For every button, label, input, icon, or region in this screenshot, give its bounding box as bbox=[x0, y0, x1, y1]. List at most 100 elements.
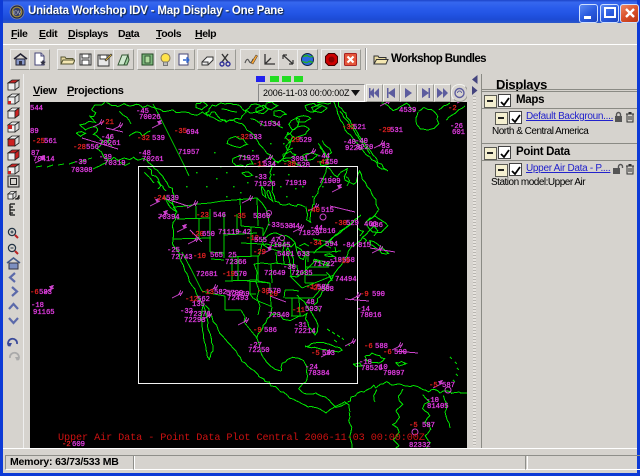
svg-text:70261: 70261 bbox=[99, 140, 121, 148]
svg-text:-19: -19 bbox=[222, 271, 235, 279]
svg-text:590: 590 bbox=[394, 349, 407, 357]
svg-text:70308: 70308 bbox=[71, 167, 93, 175]
svg-text:590: 590 bbox=[372, 291, 385, 299]
svg-text:586: 586 bbox=[317, 284, 330, 292]
svg-text:555: 555 bbox=[254, 237, 267, 245]
svg-text:72681: 72681 bbox=[196, 271, 218, 279]
svg-text:-19: -19 bbox=[337, 258, 350, 266]
svg-text:460: 460 bbox=[380, 149, 393, 157]
svg-text:529: 529 bbox=[299, 137, 312, 145]
svg-text:-35: -35 bbox=[174, 128, 187, 136]
svg-text:570: 570 bbox=[234, 271, 247, 279]
svg-text:-30: -30 bbox=[334, 220, 347, 228]
svg-text:539: 539 bbox=[152, 135, 165, 143]
svg-text:70319: 70319 bbox=[104, 160, 126, 168]
svg-text:633: 633 bbox=[297, 251, 310, 259]
svg-text:582: 582 bbox=[214, 289, 227, 297]
svg-text:570: 570 bbox=[268, 288, 281, 296]
svg-text:-21: -21 bbox=[101, 119, 114, 127]
svg-text:450: 450 bbox=[325, 159, 338, 167]
svg-text:71119: 71119 bbox=[218, 229, 240, 237]
svg-text:70026: 70026 bbox=[139, 114, 161, 122]
svg-text:586: 586 bbox=[264, 327, 277, 335]
svg-text:71722: 71722 bbox=[313, 261, 335, 269]
svg-text:72250: 72250 bbox=[248, 347, 270, 355]
svg-text:587: 587 bbox=[422, 422, 435, 430]
svg-text:-28: -28 bbox=[73, 144, 86, 152]
svg-text:531: 531 bbox=[390, 127, 403, 135]
svg-text:539: 539 bbox=[166, 195, 179, 203]
svg-text:-24: -24 bbox=[153, 195, 166, 203]
svg-text:70414: 70414 bbox=[33, 156, 55, 164]
svg-text:-30: -30 bbox=[283, 264, 296, 272]
svg-text:521: 521 bbox=[353, 124, 366, 132]
svg-text:47: 47 bbox=[271, 237, 280, 245]
svg-text:-32: -32 bbox=[137, 135, 150, 143]
svg-text:486: 486 bbox=[370, 222, 383, 230]
svg-text:72293: 72293 bbox=[184, 317, 206, 325]
svg-text:79897: 79897 bbox=[383, 370, 405, 378]
svg-text:-9: -9 bbox=[253, 327, 262, 335]
svg-text:-29: -29 bbox=[378, 127, 391, 135]
svg-text:48: 48 bbox=[306, 299, 315, 307]
svg-text:-29: -29 bbox=[287, 137, 300, 145]
svg-text:587: 587 bbox=[442, 382, 455, 390]
svg-text:-6: -6 bbox=[364, 343, 373, 351]
svg-text:-34: -34 bbox=[309, 240, 322, 248]
svg-text:-11: -11 bbox=[292, 307, 305, 315]
svg-text:-39: -39 bbox=[74, 159, 87, 167]
svg-text:556: 556 bbox=[86, 144, 99, 152]
svg-text:-10: -10 bbox=[193, 253, 206, 261]
svg-text:71926: 71926 bbox=[254, 181, 276, 189]
svg-text:533: 533 bbox=[249, 134, 262, 142]
svg-text:601: 601 bbox=[452, 129, 465, 137]
svg-text:-2: -2 bbox=[448, 105, 457, 113]
svg-text:565: 565 bbox=[210, 252, 223, 260]
svg-text:-29: -29 bbox=[253, 249, 266, 257]
svg-text:-32: -32 bbox=[236, 134, 249, 142]
svg-text:135: 135 bbox=[192, 301, 205, 309]
svg-text:5360: 5360 bbox=[253, 213, 270, 221]
svg-text:74494: 74494 bbox=[335, 276, 357, 284]
svg-text:-30: -30 bbox=[283, 161, 296, 169]
svg-text:694: 694 bbox=[186, 129, 199, 137]
svg-text:-23: -23 bbox=[196, 212, 209, 220]
svg-text:-33: -33 bbox=[267, 222, 280, 230]
svg-text:534: 534 bbox=[263, 161, 276, 169]
svg-text:5401: 5401 bbox=[277, 251, 294, 259]
svg-text:IDV: IDV bbox=[13, 10, 22, 16]
svg-text:78384: 78384 bbox=[308, 370, 330, 378]
svg-text:78016: 78016 bbox=[360, 312, 382, 320]
svg-text:70261: 70261 bbox=[142, 156, 164, 164]
svg-text:-25: -25 bbox=[32, 138, 45, 146]
svg-text:71919: 71919 bbox=[285, 180, 307, 188]
svg-text:815: 815 bbox=[358, 242, 371, 250]
svg-text:Upper Air Data - Point Data Pl: Upper Air Data - Point Data Plot Central… bbox=[58, 432, 425, 444]
svg-text:-35: -35 bbox=[233, 213, 246, 221]
svg-text:-40: -40 bbox=[307, 207, 320, 215]
svg-text:72340: 72340 bbox=[268, 312, 290, 320]
svg-text:-44: -44 bbox=[287, 223, 300, 231]
svg-text:81405: 81405 bbox=[427, 403, 449, 411]
svg-text:650: 650 bbox=[202, 231, 215, 239]
svg-text:544: 544 bbox=[30, 105, 43, 113]
svg-text:-6: -6 bbox=[30, 289, 39, 297]
svg-text:520: 520 bbox=[297, 162, 310, 170]
svg-text:546: 546 bbox=[213, 212, 226, 220]
svg-text:71957: 71957 bbox=[178, 149, 200, 157]
svg-text:-84: -84 bbox=[342, 242, 355, 250]
svg-text:529: 529 bbox=[346, 220, 359, 228]
svg-text:-9: -9 bbox=[360, 291, 369, 299]
svg-text:70394: 70394 bbox=[158, 214, 180, 222]
svg-text:-31: -31 bbox=[294, 322, 307, 330]
svg-text:593: 593 bbox=[322, 350, 335, 358]
svg-text:72469: 72469 bbox=[228, 291, 250, 299]
svg-text:4539: 4539 bbox=[399, 107, 416, 115]
svg-text:72743: 72743 bbox=[171, 254, 193, 262]
svg-text:71934: 71934 bbox=[259, 121, 281, 129]
svg-text:9220: 9220 bbox=[356, 144, 373, 152]
svg-text:72366: 72366 bbox=[225, 259, 247, 267]
svg-text:583: 583 bbox=[39, 289, 52, 297]
svg-text:89: 89 bbox=[30, 128, 39, 136]
svg-text:71909: 71909 bbox=[319, 178, 341, 186]
